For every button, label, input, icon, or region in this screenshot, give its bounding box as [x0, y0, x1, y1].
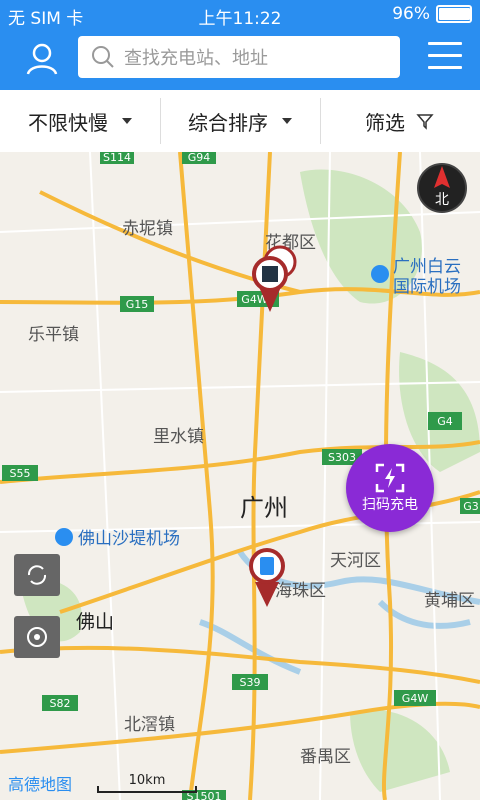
road-label: S39 [240, 676, 261, 689]
user-icon [26, 43, 58, 75]
battery-percent: 96% [392, 4, 430, 24]
place-label: 海珠区 [275, 581, 326, 601]
status-bar: 无 SIM 卡 上午11:22 96% [0, 0, 480, 29]
place-label: 广州 [240, 494, 288, 522]
road-shield: G4 [428, 412, 462, 430]
charger-icon [262, 266, 278, 282]
search-placeholder: 查找充电站、地址 [124, 48, 268, 69]
top-bar: 查找充电站、地址 [0, 28, 480, 90]
menu-icon [428, 42, 462, 45]
filter-speed[interactable]: 不限快慢 [0, 90, 160, 152]
place-label: 番禺区 [300, 747, 351, 767]
locate-button[interactable] [14, 616, 60, 658]
user-button[interactable] [22, 40, 62, 80]
battery-icon [436, 5, 472, 23]
airport-icon [55, 528, 73, 546]
place-label: 天河区 [330, 551, 381, 571]
map-logo: 高德地图 [8, 775, 72, 794]
chevron-down-icon [122, 118, 132, 124]
filter-options-label: 筛选 [365, 110, 405, 135]
road-label: G94 [188, 152, 211, 164]
scale-label: 10km [129, 773, 166, 788]
place-label: 广州白云 [393, 257, 461, 277]
road-shield: G15 [120, 296, 154, 312]
filter-bar: 不限快慢 综合排序 筛选 [0, 90, 480, 153]
menu-button[interactable] [428, 42, 462, 72]
road-shield: S39 [232, 674, 268, 690]
road-shield: S82 [42, 695, 78, 711]
road-label: G4W [402, 692, 429, 705]
scan-charge-label: 扫码充电 [362, 497, 418, 513]
road-label: S303 [328, 451, 356, 464]
road-label: G15 [126, 298, 149, 311]
road-label: S82 [50, 697, 71, 710]
place-label: 里水镇 [153, 427, 204, 447]
road-shield: S114 [100, 152, 134, 164]
place-label: 北滘镇 [124, 715, 175, 735]
compass-button[interactable]: 北 [417, 163, 467, 213]
filter-sort-label: 综合排序 [188, 110, 268, 135]
charger-icon [260, 557, 274, 575]
road-label: G3 [463, 500, 479, 513]
road-shield: G4W [394, 690, 436, 706]
filter-options[interactable]: 筛选 [320, 90, 480, 152]
refresh-button[interactable] [14, 554, 60, 596]
place-label: 赤坭镇 [122, 219, 173, 239]
road-label: G4 [437, 415, 453, 428]
filter-sort[interactable]: 综合排序 [160, 90, 320, 152]
place-label: 佛山 [76, 611, 114, 633]
place-label: 佛山沙堤机场 [78, 529, 180, 549]
road-shield: G3 [460, 498, 480, 514]
place-label: 黄埔区 [424, 591, 475, 611]
compass-label: 北 [435, 192, 449, 208]
funnel-icon [416, 114, 434, 130]
road-label: S114 [103, 152, 131, 164]
place-label: 国际机场 [393, 277, 461, 297]
filter-speed-label: 不限快慢 [28, 110, 108, 135]
refresh-icon [27, 565, 47, 585]
airport-icon [371, 265, 389, 283]
search-input[interactable]: 查找充电站、地址 [78, 36, 400, 78]
search-icon [92, 46, 114, 68]
chevron-down-icon [282, 118, 292, 124]
road-shield: S55 [2, 465, 38, 481]
battery-fill [439, 8, 470, 20]
road-shield: G94 [182, 152, 216, 164]
road-label: S55 [10, 467, 31, 480]
locate-icon [27, 627, 47, 647]
scan-charge-button[interactable]: 扫码充电 [346, 444, 434, 532]
place-label: 乐平镇 [28, 325, 79, 345]
scan-icon [375, 463, 405, 493]
